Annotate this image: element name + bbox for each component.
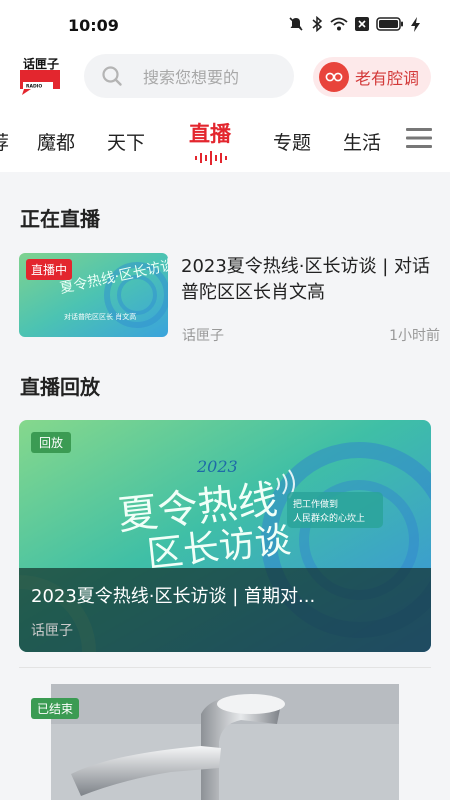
replay-section-title: 直播回放 xyxy=(20,375,100,399)
avatar xyxy=(319,62,349,92)
replay-banner-slogan1: 把工作做到 xyxy=(293,498,338,510)
app-logo[interactable]: 话匣子 RADIO xyxy=(18,56,64,96)
ended-thumbnail xyxy=(51,684,399,800)
status-time: 10:09 xyxy=(68,16,119,35)
tab-tianxia[interactable]: 天下 xyxy=(107,128,145,155)
tab-recommend[interactable]: 荐 xyxy=(0,128,9,155)
channel-tabs: 荐 魔都 天下 直播 专题 生活 xyxy=(0,110,450,172)
replay-item-source: 话匣子 xyxy=(31,623,73,639)
live-item-title[interactable]: 2023夏令热线·区长访谈 | 对话普陀区区长肖文高 xyxy=(181,254,433,306)
svg-text:RADIO: RADIO xyxy=(26,84,42,90)
live-item-time: 1小时前 xyxy=(389,328,440,344)
live-item-source: 话匣子 xyxy=(182,328,224,344)
app-header: 话匣子 RADIO 搜索您想要的 老有腔调 xyxy=(0,50,450,110)
divider xyxy=(19,667,431,668)
live-badge: 直播中 xyxy=(26,259,73,280)
mute-bell-icon xyxy=(289,17,303,31)
replay-banner-year: 2023 xyxy=(196,457,238,476)
battery-icon xyxy=(376,17,403,31)
user-name: 老有腔调 xyxy=(355,69,420,88)
search-placeholder: 搜索您想要的 xyxy=(143,68,240,87)
tab-modu[interactable]: 魔都 xyxy=(37,128,75,155)
search-icon xyxy=(102,66,122,86)
status-bar: 10:09 xyxy=(0,0,450,50)
user-profile-button[interactable]: 老有腔调 xyxy=(313,57,431,97)
live-thumb-caption: 对话普陀区区长 肖文高 xyxy=(64,312,136,321)
tab-life[interactable]: 生活 xyxy=(343,128,381,155)
sim-icon xyxy=(355,17,369,31)
faucet-image xyxy=(51,684,399,800)
tab-live[interactable]: 直播 xyxy=(189,118,231,148)
ended-card[interactable]: 已结束 xyxy=(19,684,431,800)
wifi-icon xyxy=(330,17,348,31)
ended-badge: 已结束 xyxy=(31,698,80,719)
charging-icon xyxy=(411,16,420,32)
replay-banner-slogan2: 人民群众的心坎上 xyxy=(293,512,365,524)
menu-icon[interactable] xyxy=(406,126,432,150)
bluetooth-icon xyxy=(312,16,323,32)
tab-topics[interactable]: 专题 xyxy=(273,128,311,155)
glasses-icon xyxy=(325,72,343,82)
replay-badge: 回放 xyxy=(31,432,72,453)
replay-item-title: 2023夏令热线·区长访谈 | 首期对... xyxy=(31,586,316,607)
replay-card[interactable]: 2023 夏令热线 区长访谈 把工作做到 人民群众的心坎上 回放 2023夏令热… xyxy=(19,420,431,652)
live-section-title: 正在直播 xyxy=(20,207,100,231)
svg-text:话匣子: 话匣子 xyxy=(23,56,59,71)
replay-caption-overlay: 2023夏令热线·区长访谈 | 首期对... 话匣子 xyxy=(19,568,431,652)
sound-wave-indicator-icon xyxy=(195,151,227,165)
search-bar[interactable]: 搜索您想要的 xyxy=(84,54,294,98)
status-icons xyxy=(288,16,420,32)
live-thumbnail[interactable]: 夏令热线·区长访谈 对话普陀区区长 肖文高 直播中 xyxy=(19,253,168,337)
